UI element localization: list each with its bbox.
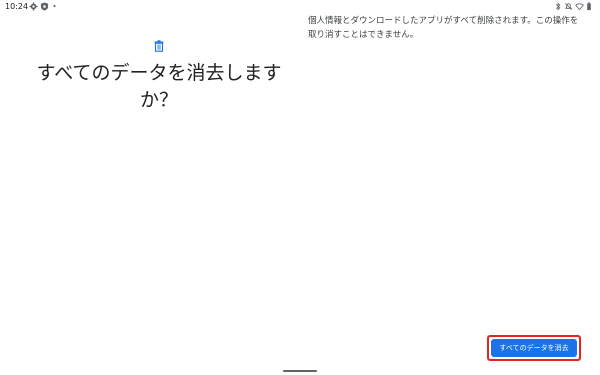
dot-icon xyxy=(52,2,57,11)
page-title: すべてのデータを消去しますか？ xyxy=(36,62,282,111)
erase-all-data-button[interactable]: すべてのデータを消去 xyxy=(491,339,577,357)
status-time: 10:24 xyxy=(5,2,29,11)
wifi-icon xyxy=(575,2,584,11)
navigation-handle[interactable] xyxy=(283,370,317,372)
description-text: 個人情報とダウンロードしたアプリがすべて削除されます。この操作を取り消すことはで… xyxy=(308,16,579,40)
battery-icon xyxy=(586,2,592,11)
gear-icon xyxy=(29,2,38,11)
shield-icon xyxy=(40,2,49,11)
bluetooth-icon xyxy=(555,2,561,11)
trash-icon xyxy=(154,40,164,52)
screen: 10:24 すべてのデータを消去しますか？ 個人情報とダウンロードしたアプリがす… xyxy=(0,0,600,375)
mute-icon xyxy=(564,2,573,11)
status-bar: 10:24 xyxy=(0,0,600,14)
